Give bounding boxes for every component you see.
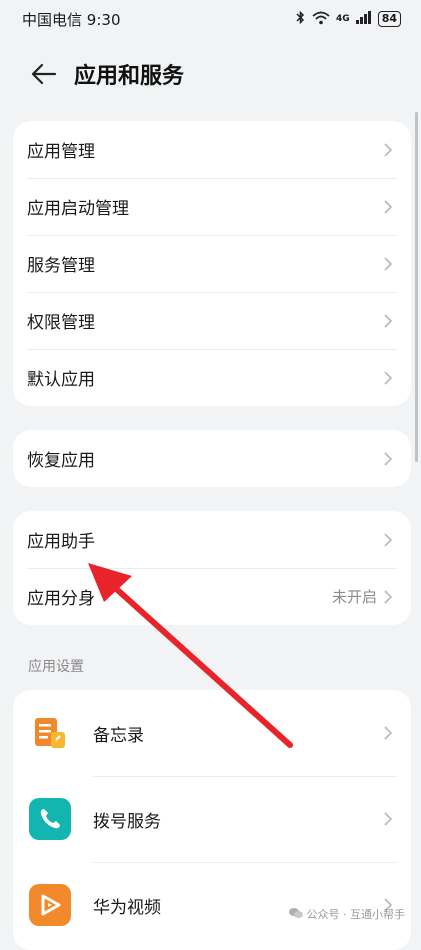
section-header-app-settings: 应用设置 bbox=[28, 659, 84, 675]
divider bbox=[93, 862, 397, 863]
divider bbox=[27, 568, 397, 569]
menu-item-app-twin[interactable]: 应用分身 未开启 bbox=[13, 568, 411, 625]
wechat-icon bbox=[288, 907, 303, 922]
chevron-right-icon bbox=[383, 810, 395, 828]
menu-item-label: 权限管理 bbox=[27, 313, 95, 333]
status-icons: 4G 84 bbox=[295, 10, 401, 28]
carrier-time: 中国电信 9:30 bbox=[22, 9, 120, 30]
menu-item-value: 未开启 bbox=[331, 588, 377, 606]
chevron-right-icon bbox=[383, 141, 395, 159]
chevron-right-icon bbox=[383, 198, 395, 216]
menu-item-restore-apps[interactable]: 恢复应用 bbox=[13, 430, 411, 487]
menu-item-service-management[interactable]: 服务管理 bbox=[13, 235, 411, 292]
menu-item-label: 默认应用 bbox=[27, 370, 95, 390]
menu-item-label: 应用助手 bbox=[27, 532, 95, 552]
chevron-right-icon bbox=[383, 369, 395, 387]
back-button[interactable] bbox=[22, 52, 66, 96]
menu-item-label: 恢复应用 bbox=[27, 451, 95, 471]
menu-item-app-assistant[interactable]: 应用助手 bbox=[13, 511, 411, 568]
divider bbox=[27, 349, 397, 350]
menu-item-label: 应用启动管理 bbox=[27, 199, 129, 219]
chevron-right-icon bbox=[383, 724, 395, 742]
page-title: 应用和服务 bbox=[74, 64, 185, 89]
app-item-label: 备忘录 bbox=[93, 725, 144, 746]
scrollbar[interactable] bbox=[415, 112, 418, 462]
signal-icon bbox=[355, 11, 372, 27]
phone-icon bbox=[29, 798, 71, 840]
watermark: 公众号 · 互通小帮手 bbox=[288, 906, 406, 922]
battery-indicator: 84 bbox=[377, 11, 401, 27]
status-bar: 中国电信 9:30 4G 84 bbox=[0, 0, 421, 38]
menu-item-label: 服务管理 bbox=[27, 256, 95, 276]
chevron-right-icon bbox=[383, 531, 395, 549]
network-type: 4G bbox=[336, 14, 350, 24]
menu-item-label: 应用分身 bbox=[27, 589, 95, 609]
bluetooth-icon bbox=[295, 10, 306, 28]
menu-item-label: 应用管理 bbox=[27, 142, 95, 162]
app-item-label: 拨号服务 bbox=[93, 811, 161, 832]
clock: 9:30 bbox=[86, 10, 121, 29]
notes-icon bbox=[29, 712, 71, 754]
carrier-name: 中国电信 bbox=[22, 10, 83, 29]
app-item-dialer[interactable]: 拨号服务 bbox=[13, 776, 411, 862]
menu-item-app-launch-management[interactable]: 应用启动管理 bbox=[13, 178, 411, 235]
divider bbox=[93, 776, 397, 777]
divider bbox=[27, 178, 397, 179]
app-item-huawei-video[interactable]: 华为视频 bbox=[13, 862, 411, 948]
chevron-right-icon bbox=[383, 450, 395, 468]
chevron-right-icon bbox=[383, 255, 395, 273]
back-arrow-icon bbox=[31, 63, 57, 85]
video-icon bbox=[29, 884, 71, 926]
menu-item-default-apps[interactable]: 默认应用 bbox=[13, 349, 411, 406]
watermark-text: 公众号 · 互通小帮手 bbox=[306, 908, 406, 921]
menu-item-permission-management[interactable]: 权限管理 bbox=[13, 292, 411, 349]
divider bbox=[27, 292, 397, 293]
settings-group-assistant: 应用助手 应用分身 未开启 bbox=[13, 511, 411, 625]
chevron-right-icon bbox=[383, 588, 395, 606]
settings-group-main: 应用管理 应用启动管理 服务管理 权限管理 默认应用 bbox=[13, 121, 411, 406]
app-item-notes[interactable]: 备忘录 bbox=[13, 690, 411, 776]
page-header: 应用和服务 bbox=[0, 50, 421, 98]
chevron-right-icon bbox=[383, 312, 395, 330]
menu-item-app-management[interactable]: 应用管理 bbox=[13, 121, 411, 178]
wifi-icon bbox=[312, 11, 330, 28]
settings-group-restore: 恢复应用 bbox=[13, 430, 411, 487]
divider bbox=[27, 235, 397, 236]
